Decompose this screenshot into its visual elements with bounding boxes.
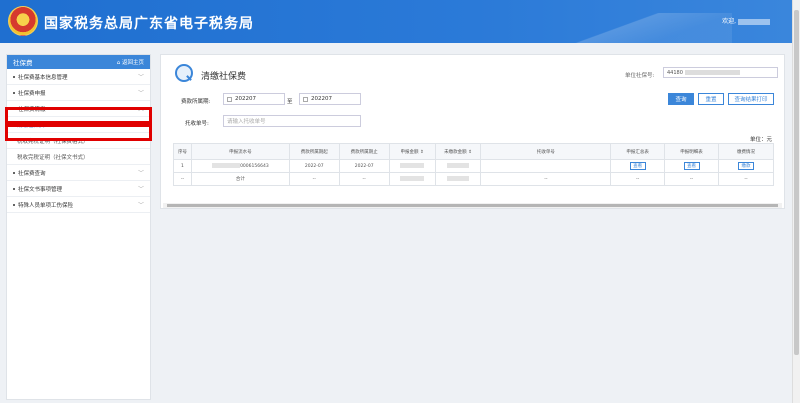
page-scrollbar[interactable] [792, 0, 800, 403]
table-scrollbar-thumb[interactable] [167, 204, 778, 207]
banner-decoration [552, 13, 732, 43]
tuoshou-label: 托收单号: [185, 121, 209, 127]
reset-button[interactable]: 重置 [698, 93, 724, 105]
col-header-sortable[interactable]: 未缴款金额 ⇕ [434, 143, 482, 160]
redacted-cell [447, 163, 470, 168]
site-title: 国家税务总局广东省电子税务局 [44, 16, 254, 32]
chevron-down-icon: ﹀ [137, 202, 144, 209]
welcome-user[interactable]: 欢迎, [722, 16, 770, 25]
col-header: 费款所属期起 [288, 143, 340, 160]
table-total-row: -- 合计 -- -- -- -- -- -- [173, 172, 774, 186]
sidebar-item-injury-insurance[interactable]: 特殊人员单项工伤保险 ﹀ [7, 197, 150, 213]
col-header: 费款所属期止 [338, 143, 390, 160]
search-document-icon [175, 64, 193, 82]
col-header: 申报汇总表 [610, 143, 666, 160]
col-header: 申报明细表 [664, 143, 719, 160]
chevron-down-icon: ﹀ [137, 170, 144, 177]
calendar-icon [227, 96, 232, 102]
view-detail-button[interactable]: 查看 [683, 162, 700, 170]
period-label: 费款所属期: [181, 99, 211, 105]
highlight-box-settlement [5, 107, 152, 124]
redacted-cell [447, 176, 470, 181]
sidebar-header: 社保费 ⌂ 返回主页 [7, 55, 150, 69]
sidebar-item-query[interactable]: 社保费查询 ﹀ [7, 165, 150, 181]
chevron-down-icon: ﹀ [137, 74, 144, 81]
pay-button[interactable]: 缴款 [738, 162, 754, 170]
tuoshou-input[interactable]: 请输入托收单号 [223, 115, 361, 127]
col-header: 托收单号 [480, 143, 612, 160]
redacted-cell [212, 163, 241, 168]
period-to-field[interactable]: 202207 [299, 93, 361, 105]
table-row: 1 0006156643 2022-07 2022-07 查看 查看 缴款 [173, 159, 774, 173]
highlight-box-settle-fee [5, 124, 152, 141]
period-from-field[interactable]: 202207 [223, 93, 285, 105]
redacted-username [738, 18, 770, 25]
redacted-cell [400, 176, 425, 181]
redacted-unit-number [684, 70, 740, 75]
period-to-separator: 至 [287, 99, 293, 105]
results-table: 序号 申报流水号 费款所属期起 费款所属期止 申报金额 ⇕ 未缴款金额 ⇕ 托收… [173, 143, 774, 186]
tax-emblem-logo [8, 6, 38, 36]
unit-note: 单位：元 [749, 137, 772, 143]
sidebar-header-title: 社保费 [13, 59, 33, 67]
col-header: 申报流水号 [190, 143, 290, 160]
calendar-icon [303, 96, 308, 102]
sidebar-item-declare[interactable]: 社保费申报 ﹀ [7, 85, 150, 101]
page-scrollbar-thumb[interactable] [794, 10, 799, 355]
view-summary-button[interactable]: 查看 [629, 162, 646, 170]
query-button[interactable]: 查询 [668, 93, 694, 105]
sidebar-item-basic-info[interactable]: 社保费基本信息管理 ﹀ [7, 69, 150, 85]
table-header-row: 序号 申报流水号 费款所属期起 费款所属期止 申报金额 ⇕ 未缴款金额 ⇕ 托收… [173, 143, 774, 160]
chevron-down-icon: ﹀ [137, 186, 144, 193]
home-link[interactable]: ⌂ 返回主页 [117, 58, 144, 66]
page-title: 清缴社保费 [201, 72, 247, 82]
sidebar: 社保费 ⌂ 返回主页 社保费基本信息管理 ﹀ 社保费申报 ﹀ 社保费清缴 ︿ 清缴社保… [6, 54, 151, 400]
sidebar-item-documents[interactable]: 社保文书事项管理 ﹀ [7, 181, 150, 197]
main-panel: 清缴社保费 单位社保号: 44180 费款所属期: 202207 至 20220… [160, 54, 785, 209]
table-horizontal-scrollbar[interactable] [163, 203, 782, 208]
unit-social-security-label: 单位社保号: [625, 73, 655, 79]
print-results-button[interactable]: 查询结果打印 [728, 93, 774, 105]
top-banner: 国家税务总局广东省电子税务局 欢迎, [0, 0, 792, 43]
col-header-sortable[interactable]: 申报金额 ⇕ [388, 143, 436, 160]
sidebar-subitem-tax-cert-doc[interactable]: 税收完税证明（社保文书式） [7, 149, 150, 165]
redacted-cell [400, 163, 425, 168]
home-icon: ⌂ [116, 60, 121, 66]
chevron-down-icon: ﹀ [137, 90, 144, 97]
unit-social-security-select[interactable]: 44180 [663, 67, 778, 78]
col-header: 缴费情况 [718, 143, 774, 160]
col-header: 序号 [173, 143, 192, 160]
